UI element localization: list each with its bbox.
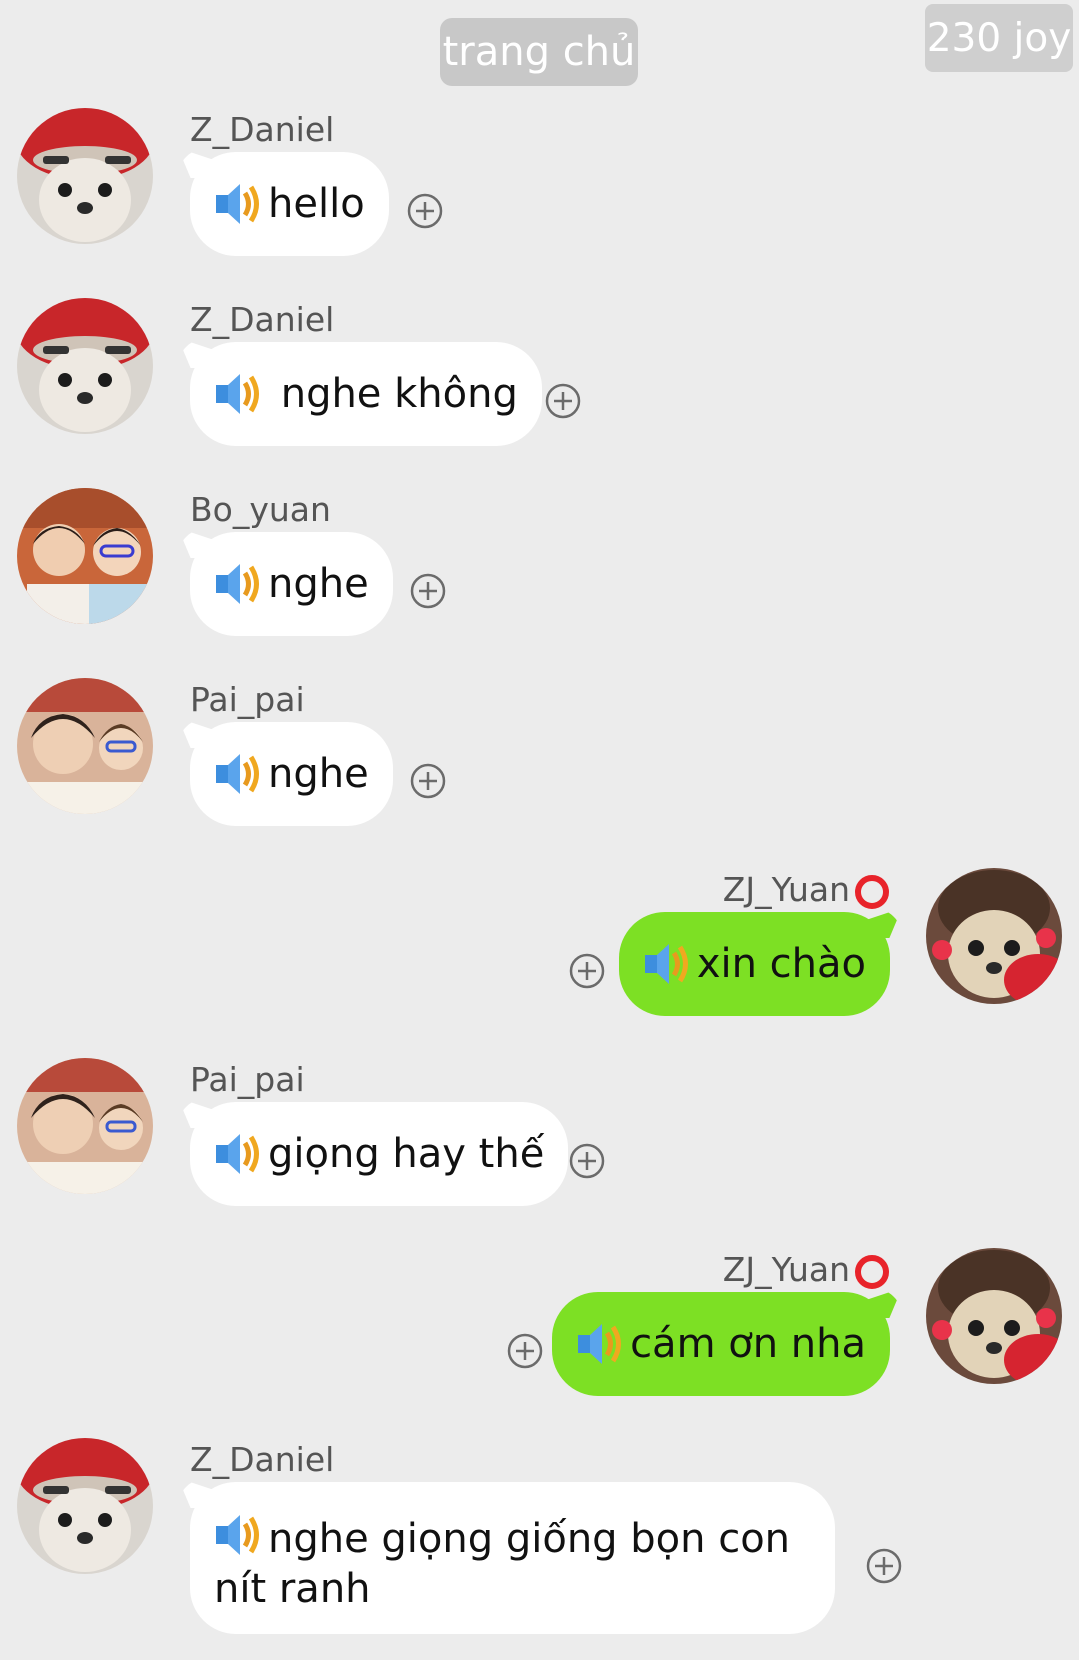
dog-pigtails-avatar[interactable] [926, 868, 1062, 1004]
plus-circle-icon[interactable] [507, 1333, 543, 1369]
speaker-icon [214, 1510, 266, 1560]
speaker-icon [214, 1129, 266, 1179]
speaker-icon [214, 559, 266, 609]
message-text: nghe giọng giống bọn con nít ranh [214, 1516, 791, 1612]
speaker-icon [576, 1319, 628, 1369]
message-body: nghe giọng giống bọn con nít ranh [214, 1510, 807, 1614]
sender-name: Bo_yuan [190, 490, 331, 529]
message-text: nghe [268, 561, 369, 607]
voice-message-bubble[interactable]: cám ơn nha [552, 1292, 890, 1396]
voice-message-bubble[interactable]: giọng hay thế [190, 1102, 569, 1206]
speaker-icon [214, 369, 266, 419]
sender-name: Z_Daniel [190, 1440, 335, 1479]
message-text: hello [268, 181, 365, 227]
chat-message: Z_Daniel hello [0, 110, 1079, 260]
message-text: cám ơn nha [630, 1321, 866, 1367]
voice-message-bubble[interactable]: nghe giọng giống bọn con nít ranh [190, 1482, 835, 1634]
message-text: giọng hay thế [268, 1131, 545, 1177]
sender-name: Z_Daniel [190, 300, 335, 339]
two-boys-selfie-avatar[interactable] [17, 488, 153, 624]
voice-message-bubble[interactable]: xin chào [618, 912, 890, 1016]
red-circle-icon [855, 1254, 889, 1289]
plus-circle-icon[interactable] [545, 383, 581, 419]
speaker-icon [643, 939, 695, 989]
home-button[interactable]: trang chủ [440, 18, 638, 86]
chat-message: Bo_yuan nghe [0, 490, 1079, 640]
voice-message-bubble[interactable]: nghe [190, 722, 393, 826]
dog-red-hat-avatar[interactable] [17, 298, 153, 434]
sender-name: ZJ_Yuan [723, 870, 890, 910]
message-text: nghe không [268, 371, 518, 417]
sender-name: Pai_pai [190, 1060, 305, 1099]
plus-circle-icon[interactable] [407, 193, 443, 229]
chat-message: Z_Daniel nghe giọng giống bọn con nít ra… [0, 1440, 1079, 1650]
voice-message-bubble[interactable]: nghe [190, 532, 393, 636]
sender-name: Pai_pai [190, 680, 305, 719]
plus-circle-icon[interactable] [866, 1548, 902, 1584]
plus-circle-icon[interactable] [410, 573, 446, 609]
plus-circle-icon[interactable] [569, 1143, 605, 1179]
plus-circle-icon[interactable] [569, 953, 605, 989]
voice-message-bubble[interactable]: nghe không [190, 342, 542, 446]
voice-message-bubble[interactable]: hello [190, 152, 389, 256]
dog-pigtails-avatar[interactable] [926, 1248, 1062, 1384]
chat-message: Pai_pai giọng hay thế [0, 1060, 1079, 1210]
chat-message: Z_Daniel nghe không [0, 300, 1079, 450]
chat-message: ZJ_Yuan cám ơn nha [0, 1250, 1079, 1400]
chat-message: Pai_pai nghe [0, 680, 1079, 830]
two-boys-avatar[interactable] [17, 678, 153, 814]
speaker-icon [214, 749, 266, 799]
sender-name: ZJ_Yuan [723, 1250, 890, 1290]
chat-message: ZJ_Yuan xin chào [0, 870, 1079, 1020]
two-boys-avatar[interactable] [17, 1058, 153, 1194]
speaker-icon [214, 179, 266, 229]
message-text: nghe [268, 751, 369, 797]
joy-counter: 230 joy [925, 4, 1073, 72]
message-text: xin chào [696, 941, 866, 987]
red-circle-icon [855, 874, 889, 909]
plus-circle-icon[interactable] [410, 763, 446, 799]
dog-red-hat-avatar[interactable] [17, 1438, 153, 1574]
dog-red-hat-avatar[interactable] [17, 108, 153, 244]
sender-name: Z_Daniel [190, 110, 335, 149]
